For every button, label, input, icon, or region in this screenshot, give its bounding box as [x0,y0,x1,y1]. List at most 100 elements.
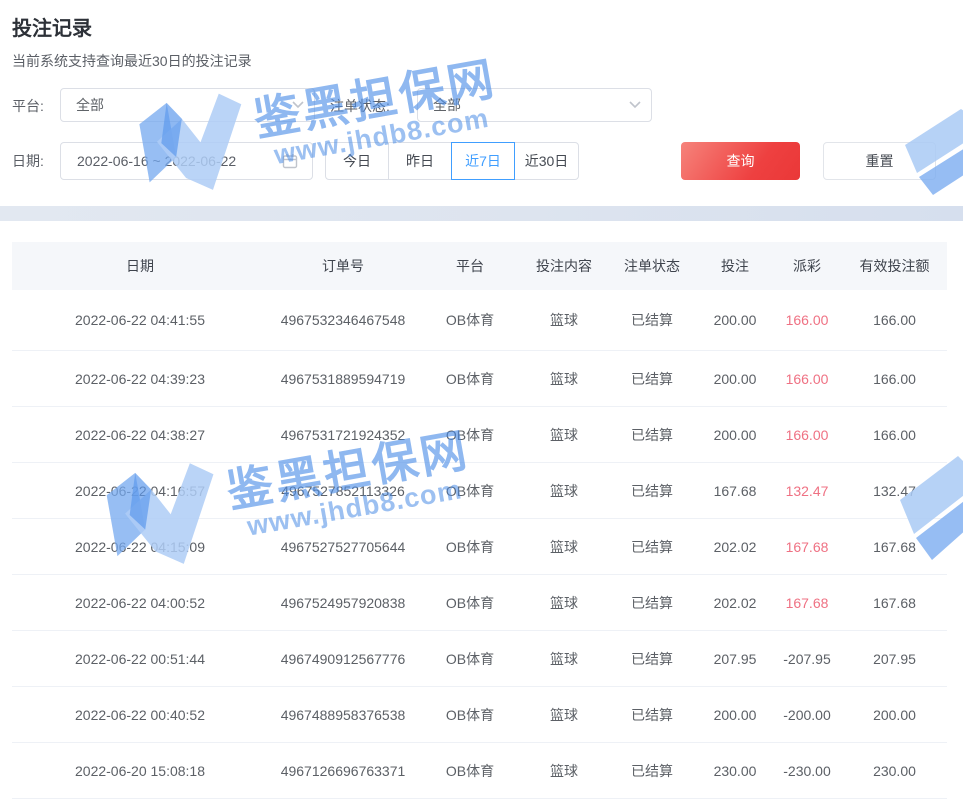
content-cell: 篮球 [522,481,606,501]
platform-cell: OB体育 [418,369,522,389]
content-cell: 篮球 [522,593,606,613]
date-cell: 2022-06-22 04:39:23 [12,371,268,387]
valid-bet-cell: 132.47 [842,483,947,499]
order-cell: 4967531721924352 [268,427,418,443]
query-button[interactable]: 查询 [681,142,800,180]
valid-bet-cell: 200.00 [842,707,947,723]
order-cell: 4967532346467548 [268,312,418,328]
bet-cell: 200.00 [698,707,772,723]
status-cell: 已结算 [606,761,698,781]
status-select[interactable]: 全部 [417,88,652,122]
column-header: 注单状态 [606,256,698,276]
bet-cell: 207.95 [698,651,772,667]
content-cell: 篮球 [522,537,606,557]
page-subtitle: 当前系统支持查询最近30日的投注记录 [12,51,252,71]
quick-date-button-昨日[interactable]: 昨日 [388,142,452,180]
order-cell: 4967524957920838 [268,595,418,611]
order-cell: 4967126696763371 [268,763,418,779]
status-cell: 已结算 [606,369,698,389]
content-cell: 篮球 [522,761,606,781]
bet-cell: 202.02 [698,539,772,555]
column-header: 投注 [698,256,772,276]
platform-cell: OB体育 [418,425,522,445]
order-cell: 4967490912567776 [268,651,418,667]
payout-cell: -207.95 [772,651,842,667]
table-row: 2022-06-22 04:38:274967531721924352OB体育篮… [12,407,947,463]
table-row: 2022-06-22 00:40:524967488958376538OB体育篮… [12,687,947,743]
column-header: 日期 [12,256,268,276]
table-row: 2022-06-22 04:00:524967524957920838OB体育篮… [12,575,947,631]
platform-cell: OB体育 [418,649,522,669]
order-cell: 4967527852113326 [268,483,418,499]
content-cell: 篮球 [522,310,606,330]
chevron-down-icon [629,101,641,109]
calendar-icon [282,153,298,172]
platform-label: 平台: [12,88,44,124]
platform-cell: OB体育 [418,310,522,330]
payout-cell: 166.00 [772,371,842,387]
platform-select[interactable]: 全部 [60,88,315,122]
status-cell: 已结算 [606,649,698,669]
date-cell: 2022-06-22 04:41:55 [12,312,268,328]
platform-cell: OB体育 [418,481,522,501]
platform-select-value: 全部 [76,95,104,115]
valid-bet-cell: 167.68 [842,539,947,555]
quick-date-button-近7日[interactable]: 近7日 [451,142,515,180]
separator-band [0,206,963,221]
valid-bet-cell: 207.95 [842,651,947,667]
column-header: 派彩 [772,256,842,276]
date-cell: 2022-06-22 04:16:57 [12,483,268,499]
status-cell: 已结算 [606,310,698,330]
column-header: 投注内容 [522,256,606,276]
table-row: 2022-06-22 00:51:444967490912567776OB体育篮… [12,631,947,687]
payout-cell: -230.00 [772,763,842,779]
bet-cell: 200.00 [698,312,772,328]
bet-cell: 200.00 [698,371,772,387]
date-cell: 2022-06-22 04:00:52 [12,595,268,611]
column-header: 订单号 [268,256,418,276]
status-cell: 已结算 [606,593,698,613]
order-cell: 4967527527705644 [268,539,418,555]
payout-cell: 166.00 [772,312,842,328]
column-header: 有效投注额 [842,256,947,276]
date-cell: 2022-06-20 15:08:18 [12,763,268,779]
bet-cell: 202.02 [698,595,772,611]
table-row: 2022-06-20 15:08:184967126696763371OB体育篮… [12,743,947,799]
valid-bet-cell: 166.00 [842,312,947,328]
content-cell: 篮球 [522,705,606,725]
status-cell: 已结算 [606,481,698,501]
quick-date-group: 今日昨日近7日近30日 [325,142,579,180]
quick-date-button-今日[interactable]: 今日 [325,142,389,180]
status-select-value: 全部 [433,95,461,115]
date-cell: 2022-06-22 00:40:52 [12,707,268,723]
payout-cell: 166.00 [772,427,842,443]
bet-cell: 167.68 [698,483,772,499]
platform-cell: OB体育 [418,761,522,781]
status-cell: 已结算 [606,425,698,445]
page-title: 投注记录 [12,12,92,41]
content-cell: 篮球 [522,649,606,669]
bet-cell: 200.00 [698,427,772,443]
table-row: 2022-06-22 04:15:094967527527705644OB体育篮… [12,519,947,575]
date-label: 日期: [12,143,44,179]
table-row: 2022-06-22 04:16:574967527852113326OB体育篮… [12,463,947,519]
order-cell: 4967531889594719 [268,371,418,387]
column-header: 平台 [418,256,522,276]
valid-bet-cell: 166.00 [842,427,947,443]
payout-cell: 132.47 [772,483,842,499]
valid-bet-cell: 230.00 [842,763,947,779]
quick-date-button-近30日[interactable]: 近30日 [514,142,579,180]
status-cell: 已结算 [606,537,698,557]
payout-cell: 167.68 [772,595,842,611]
valid-bet-cell: 167.68 [842,595,947,611]
payout-cell: 167.68 [772,539,842,555]
table-body: 2022-06-22 04:41:554967532346467548OB体育篮… [12,290,947,799]
valid-bet-cell: 166.00 [842,371,947,387]
date-cell: 2022-06-22 04:38:27 [12,427,268,443]
date-range-value: 2022-06-16 ~ 2022-06-22 [77,153,236,169]
order-cell: 4967488958376538 [268,707,418,723]
table-row: 2022-06-22 04:39:234967531889594719OB体育篮… [12,351,947,407]
platform-cell: OB体育 [418,537,522,557]
reset-button[interactable]: 重置 [823,142,936,180]
date-range-input[interactable]: 2022-06-16 ~ 2022-06-22 [60,142,313,180]
